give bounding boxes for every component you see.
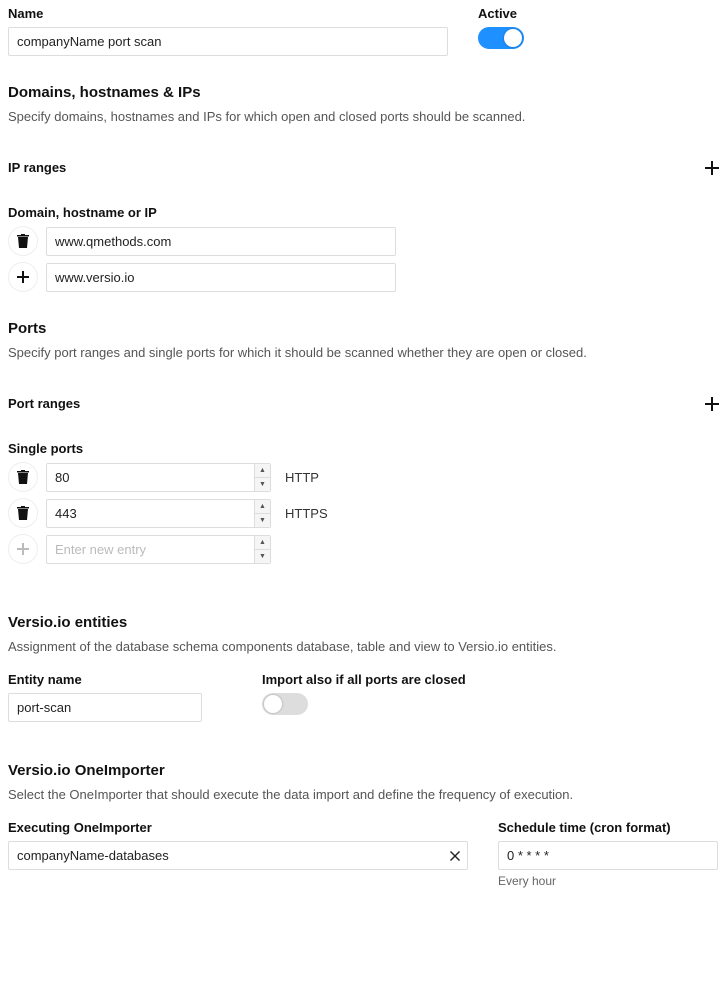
entity-name-input[interactable] [8,693,202,722]
oneimporter-title: Versio.io OneImporter [8,762,719,779]
port-ranges-expand-icon[interactable] [705,397,719,411]
ports-section-title: Ports [8,320,719,337]
clear-exec-icon[interactable] [450,851,460,861]
add-port-button[interactable] [8,534,38,564]
number-stepper[interactable]: ▲▼ [254,536,270,563]
host-input[interactable] [46,263,396,292]
import-closed-toggle[interactable] [262,693,308,715]
ip-ranges-expand-icon[interactable] [705,161,719,175]
active-label: Active [478,6,524,21]
oneimporter-desc: Select the OneImporter that should execu… [8,787,719,802]
domains-section-desc: Specify domains, hostnames and IPs for w… [8,109,719,124]
step-up-icon[interactable]: ▲ [255,464,270,478]
port-input[interactable] [46,463,271,492]
step-up-icon[interactable]: ▲ [255,536,270,550]
name-label: Name [8,6,468,21]
port-protocol-label: HTTPS [285,506,328,521]
entities-title: Versio.io entities [8,614,719,631]
add-host-button[interactable] [8,262,38,292]
step-down-icon[interactable]: ▼ [255,478,270,491]
cron-human: Every hour [498,874,718,888]
step-down-icon[interactable]: ▼ [255,550,270,563]
domains-section-title: Domains, hostnames & IPs [8,84,719,101]
cron-input[interactable] [498,841,718,870]
exec-label: Executing OneImporter [8,820,468,835]
cron-label: Schedule time (cron format) [498,820,718,835]
delete-port-button[interactable] [8,498,38,528]
entity-name-label: Entity name [8,672,202,687]
port-ranges-label: Port ranges [8,396,80,411]
port-protocol-label: HTTP [285,470,319,485]
step-up-icon[interactable]: ▲ [255,500,270,514]
port-input-new[interactable] [46,535,271,564]
entities-desc: Assignment of the database schema compon… [8,639,719,654]
ports-section-desc: Specify port ranges and single ports for… [8,345,719,360]
single-ports-label: Single ports [8,441,719,456]
import-closed-label: Import also if all ports are closed [262,672,466,687]
ip-ranges-label: IP ranges [8,160,66,175]
name-input[interactable] [8,27,448,56]
exec-oneimporter-input[interactable] [8,841,468,870]
port-input[interactable] [46,499,271,528]
delete-host-button[interactable] [8,226,38,256]
number-stepper[interactable]: ▲▼ [254,500,270,527]
host-list-label: Domain, hostname or IP [8,205,719,220]
number-stepper[interactable]: ▲▼ [254,464,270,491]
delete-port-button[interactable] [8,462,38,492]
step-down-icon[interactable]: ▼ [255,514,270,527]
host-input[interactable] [46,227,396,256]
active-toggle[interactable] [478,27,524,49]
